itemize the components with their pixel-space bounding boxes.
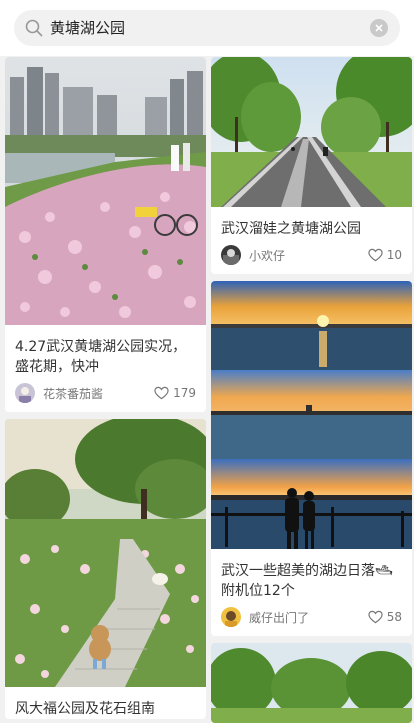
note-meta: 小欢仔 10 bbox=[221, 245, 402, 265]
avatar[interactable] bbox=[15, 383, 35, 403]
heart-icon bbox=[154, 386, 169, 400]
like-count: 58 bbox=[386, 610, 402, 624]
note-title-line: 武汉一些超美的湖边日落🛥 bbox=[221, 563, 393, 579]
like-count: 10 bbox=[386, 248, 402, 262]
like-button[interactable]: 58 bbox=[368, 610, 402, 624]
search-icon[interactable] bbox=[24, 18, 44, 38]
author-name[interactable]: 威仔出门了 bbox=[249, 609, 368, 626]
avatar[interactable] bbox=[221, 245, 241, 265]
note-card[interactable]: 武汉一些超美的湖边日落🛥 附机位12个 威仔出门了 58 bbox=[211, 281, 412, 636]
note-title: 武汉一些超美的湖边日落🛥 附机位12个 bbox=[221, 561, 393, 601]
note-photo bbox=[211, 57, 412, 207]
author-name[interactable]: 小欢仔 bbox=[249, 247, 368, 264]
note-card[interactable] bbox=[211, 643, 412, 723]
like-button[interactable]: 10 bbox=[368, 248, 402, 262]
note-photo bbox=[5, 57, 206, 325]
note-title-line: 风大福公园及花石组南 bbox=[15, 701, 155, 717]
note-title-line: 武汉溜娃之黄塘湖公园 bbox=[221, 221, 361, 237]
note-title-line: 附机位12个 bbox=[221, 583, 295, 599]
note-title-line: 4.27武汉黄塘湖公园实况， bbox=[15, 339, 187, 355]
note-photo bbox=[211, 643, 412, 723]
note-photo bbox=[211, 281, 412, 549]
note-title: 4.27武汉黄塘湖公园实况， 盛花期，快冲 bbox=[15, 337, 186, 377]
note-card[interactable]: 风大福公园及花石组南 bbox=[5, 419, 206, 719]
search-input[interactable]: 黄塘湖公园 bbox=[50, 10, 360, 46]
like-button[interactable]: 179 bbox=[154, 386, 196, 400]
note-feed: 4.27武汉黄塘湖公园实况， 盛花期，快冲 花茶番茄酱 179 武汉溜娃之黄塘湖… bbox=[0, 56, 414, 723]
clear-icon[interactable] bbox=[370, 19, 388, 37]
like-count: 179 bbox=[173, 386, 196, 400]
note-photo bbox=[5, 419, 206, 687]
heart-icon bbox=[368, 610, 383, 624]
note-card[interactable]: 武汉溜娃之黄塘湖公园 小欢仔 10 bbox=[211, 57, 412, 274]
note-title-line: 盛花期，快冲 bbox=[15, 359, 99, 375]
note-meta: 威仔出门了 58 bbox=[221, 607, 402, 627]
heart-icon bbox=[368, 248, 383, 262]
note-meta: 花茶番茄酱 179 bbox=[15, 383, 196, 403]
author-name[interactable]: 花茶番茄酱 bbox=[43, 385, 154, 402]
search-bar[interactable]: 黄塘湖公园 bbox=[14, 10, 400, 46]
note-card[interactable]: 4.27武汉黄塘湖公园实况， 盛花期，快冲 花茶番茄酱 179 bbox=[5, 57, 206, 412]
search-header: 黄塘湖公园 bbox=[0, 0, 414, 56]
note-title: 风大福公园及花石组南 bbox=[15, 699, 155, 719]
note-title: 武汉溜娃之黄塘湖公园 bbox=[221, 219, 361, 239]
avatar[interactable] bbox=[221, 607, 241, 627]
